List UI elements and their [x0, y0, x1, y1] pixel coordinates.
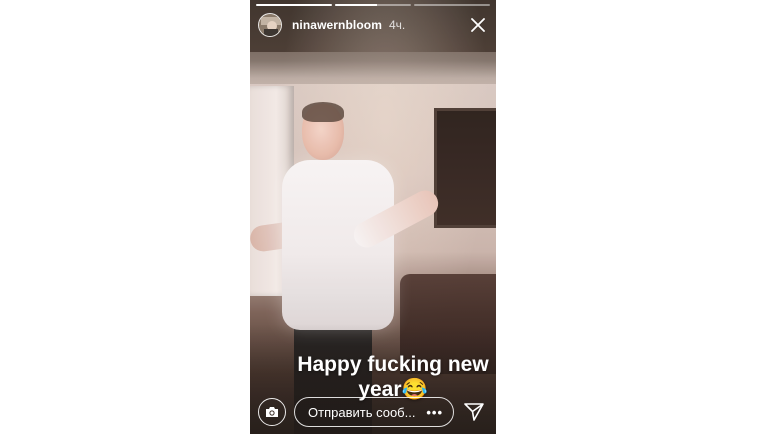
story-header: ninawernbloom 4ч. — [258, 12, 490, 38]
camera-button[interactable] — [258, 398, 286, 426]
close-icon — [471, 18, 485, 32]
progress-segment — [335, 4, 411, 6]
story-timestamp: 4ч. — [388, 18, 406, 32]
close-button[interactable] — [468, 15, 488, 35]
progress-fill — [335, 4, 377, 6]
progress-segment — [256, 4, 332, 6]
avatar-image-icon — [259, 14, 281, 36]
story-username[interactable]: ninawernbloom — [292, 18, 382, 32]
progress-segment — [414, 4, 490, 6]
message-input[interactable]: Отправить сооб... ••• — [294, 397, 454, 427]
story-caption: Happy fucking new year😂 — [297, 353, 489, 401]
camera-icon — [266, 407, 278, 417]
avatar[interactable] — [258, 13, 282, 37]
page: ninawernbloom 4ч. Happy fucking new year… — [0, 0, 770, 434]
send-icon — [464, 403, 484, 421]
story-footer: Отправить сооб... ••• — [258, 397, 488, 427]
progress-fill — [256, 4, 332, 6]
send-button[interactable] — [462, 400, 486, 424]
story-viewer[interactable]: ninawernbloom 4ч. Happy fucking new year… — [250, 0, 496, 434]
message-placeholder: Отправить сооб... — [308, 404, 416, 420]
more-icon[interactable]: ••• — [426, 405, 443, 420]
story-progress — [256, 4, 490, 6]
